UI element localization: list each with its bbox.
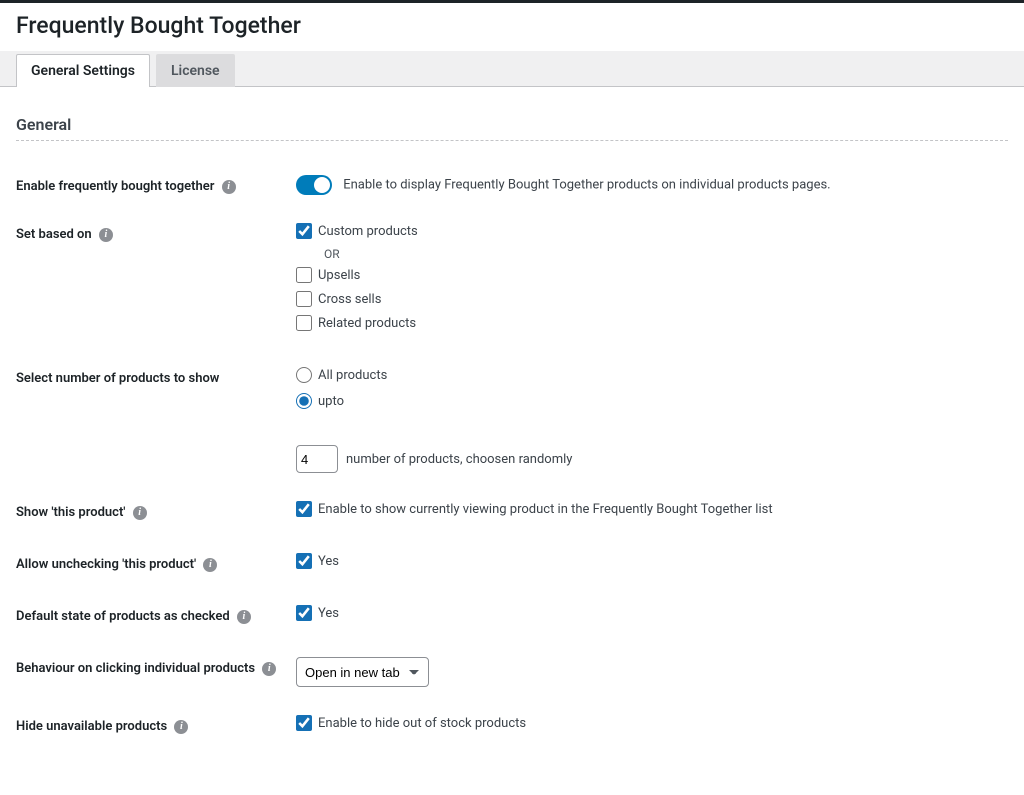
tab-license[interactable]: License bbox=[156, 54, 235, 87]
info-icon[interactable]: i bbox=[174, 720, 188, 734]
label-allow-uncheck: Allow unchecking 'this product' bbox=[16, 557, 196, 572]
info-icon[interactable]: i bbox=[262, 662, 276, 676]
desc-allow-uncheck: Yes bbox=[318, 554, 339, 569]
toggle-enable-fbt[interactable] bbox=[296, 175, 332, 195]
desc-enable-fbt: Enable to display Frequently Bought Toge… bbox=[343, 177, 830, 192]
info-icon[interactable]: i bbox=[222, 180, 236, 194]
row-default-checked: Default state of products as checked i Y… bbox=[16, 593, 1008, 645]
label-cross-sells: Cross sells bbox=[318, 292, 381, 307]
label-all-products: All products bbox=[318, 368, 387, 383]
checkbox-show-this-product[interactable] bbox=[296, 501, 312, 517]
checkbox-default-checked[interactable] bbox=[296, 605, 312, 621]
desc-show-this-product: Enable to show currently viewing product… bbox=[318, 502, 773, 517]
row-hide-unavailable: Hide unavailable products i Enable to hi… bbox=[16, 703, 1008, 755]
radio-upto[interactable] bbox=[296, 393, 312, 409]
top-border bbox=[0, 0, 1024, 3]
row-num-products: Select number of products to show All pr… bbox=[16, 355, 1008, 489]
label-set-based-on: Set based on bbox=[16, 227, 92, 242]
row-allow-uncheck: Allow unchecking 'this product' i Yes bbox=[16, 541, 1008, 593]
select-behaviour[interactable]: Open in new tab bbox=[296, 657, 429, 687]
input-num-products[interactable] bbox=[296, 445, 338, 473]
content-area: General Enable frequently bought togethe… bbox=[0, 87, 1024, 795]
tab-general-settings[interactable]: General Settings bbox=[16, 54, 150, 87]
divider bbox=[16, 140, 1008, 141]
checkbox-upsells[interactable] bbox=[296, 267, 312, 283]
checkbox-related-products[interactable] bbox=[296, 315, 312, 331]
row-show-this-product: Show 'this product' i Enable to show cur… bbox=[16, 489, 1008, 541]
label-show-this-product: Show 'this product' bbox=[16, 505, 125, 520]
or-separator: OR bbox=[324, 247, 1008, 261]
label-upsells: Upsells bbox=[318, 268, 360, 283]
suffix-num-products: number of products, choosen randomly bbox=[346, 452, 572, 467]
tabs: General Settings License bbox=[0, 51, 1024, 87]
radio-all-products[interactable] bbox=[296, 367, 312, 383]
row-enable-fbt: Enable frequently bought together i Enab… bbox=[16, 163, 1008, 211]
row-set-based-on: Set based on i Custom products OR Upsell… bbox=[16, 211, 1008, 355]
info-icon[interactable]: i bbox=[133, 506, 147, 520]
checkbox-hide-unavailable[interactable] bbox=[296, 715, 312, 731]
label-hide-unavailable: Hide unavailable products bbox=[16, 719, 167, 734]
settings-form-table: Enable frequently bought together i Enab… bbox=[16, 163, 1008, 755]
checkbox-cross-sells[interactable] bbox=[296, 291, 312, 307]
checkbox-allow-uncheck[interactable] bbox=[296, 553, 312, 569]
page-title: Frequently Bought Together bbox=[16, 12, 1008, 39]
label-num-products: Select number of products to show bbox=[16, 371, 219, 386]
section-heading-general: General bbox=[16, 115, 1008, 134]
row-behaviour: Behaviour on clicking individual product… bbox=[16, 645, 1008, 703]
desc-hide-unavailable: Enable to hide out of stock products bbox=[318, 716, 526, 731]
checkbox-custom-products[interactable] bbox=[296, 223, 312, 239]
info-icon[interactable]: i bbox=[237, 610, 251, 624]
info-icon[interactable]: i bbox=[203, 558, 217, 572]
label-behaviour: Behaviour on clicking individual product… bbox=[16, 661, 255, 676]
info-icon[interactable]: i bbox=[99, 228, 113, 242]
label-enable-fbt: Enable frequently bought together bbox=[16, 179, 214, 194]
desc-default-checked: Yes bbox=[318, 606, 339, 621]
label-custom-products: Custom products bbox=[318, 224, 418, 239]
label-upto: upto bbox=[318, 394, 344, 409]
label-default-checked: Default state of products as checked bbox=[16, 609, 230, 624]
toggle-thumb bbox=[314, 177, 330, 193]
label-related-products: Related products bbox=[318, 316, 416, 331]
